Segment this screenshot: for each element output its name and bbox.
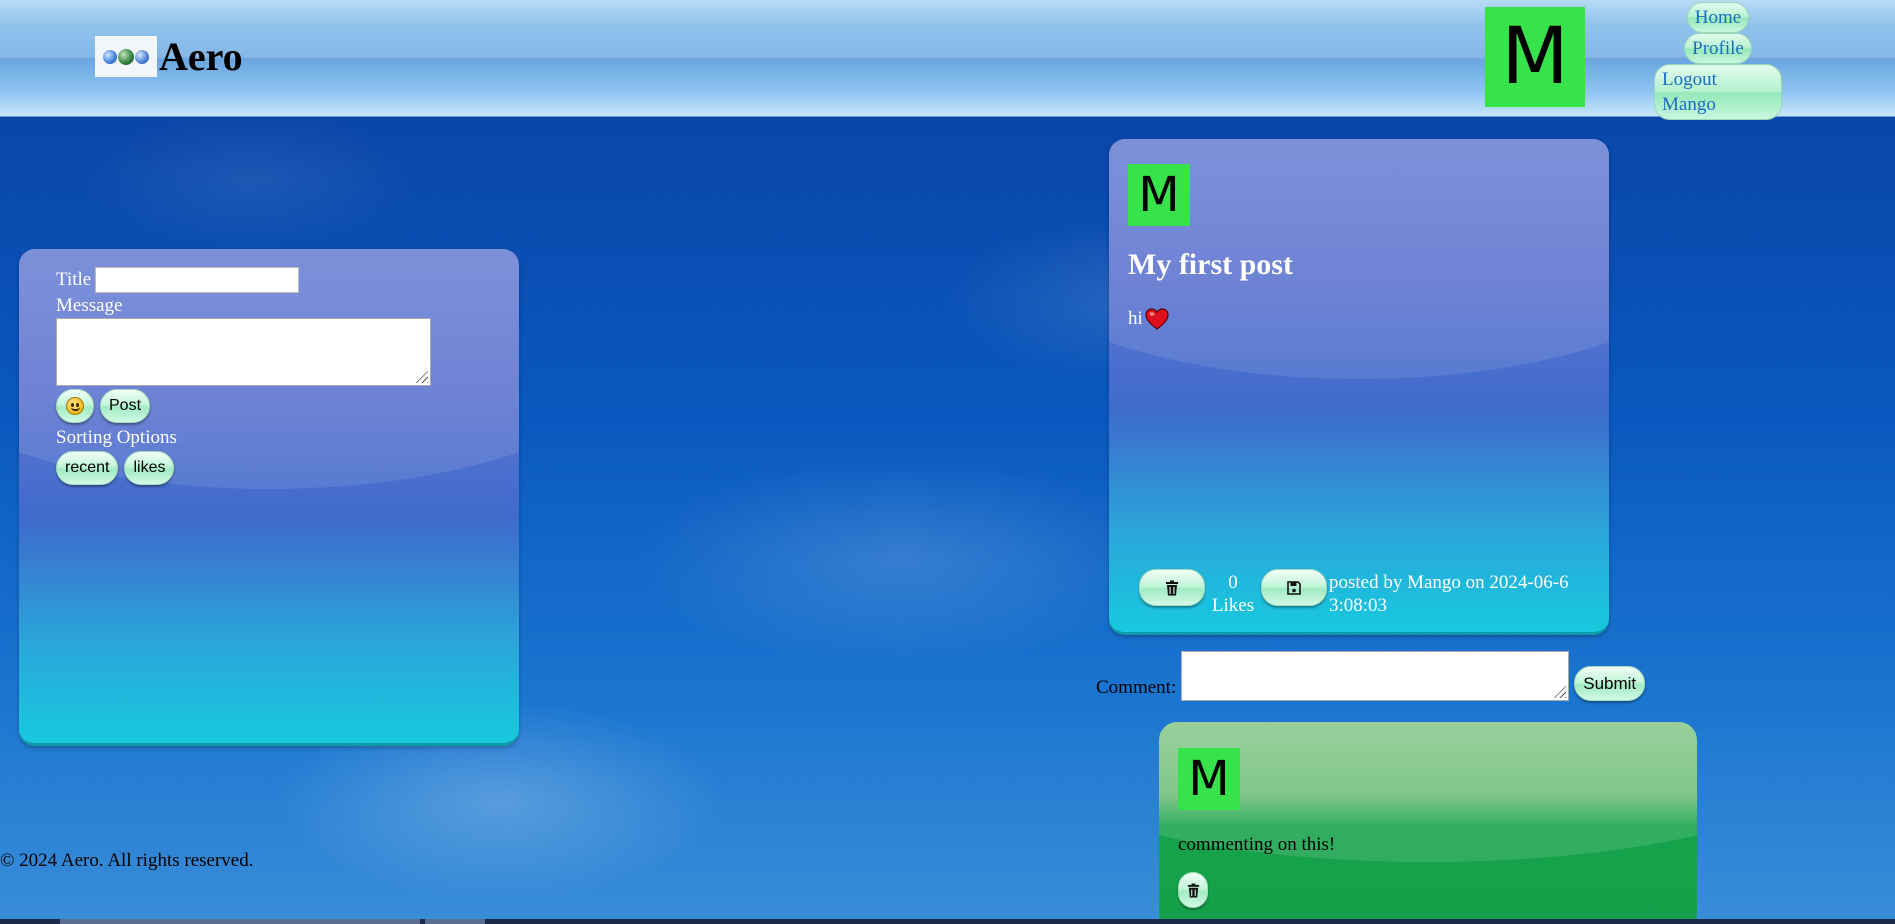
compose-actions: Post [56, 389, 482, 423]
avatar-letter: M [1501, 12, 1569, 102]
trash-icon [1166, 580, 1178, 595]
delete-post-button[interactable] [1139, 569, 1205, 606]
red-heart-icon [1145, 308, 1169, 330]
sort-likes-button[interactable]: likes [124, 451, 175, 485]
like-counter: 0 Likes [1205, 571, 1261, 617]
nav-home-link[interactable]: Home [1686, 2, 1750, 33]
nav-profile-link[interactable]: Profile [1684, 33, 1752, 64]
nav-logout-link[interactable]: Logout Mango [1654, 64, 1782, 120]
comment-card: M commenting on this! [1159, 722, 1697, 924]
sort-options: recent likes [56, 451, 482, 485]
message-label: Message [56, 295, 123, 316]
post-body-text: hi [1128, 308, 1143, 329]
title-label: Title [56, 269, 92, 290]
avatar-letter: M [1188, 751, 1230, 807]
comment-text: commenting on this! [1178, 834, 1336, 855]
site-header: Aero M Home Profile Logout Mango [0, 0, 1895, 120]
brand[interactable]: Aero [95, 36, 243, 77]
like-count: 0 [1228, 572, 1238, 593]
post-meta: posted by Mango on 2024-06-6 3:08:03 [1329, 571, 1589, 617]
submit-comment-button[interactable]: Submit [1574, 666, 1646, 701]
post-title: My first post [1128, 248, 1293, 281]
aero-logo-icon [95, 36, 157, 77]
smiley-face-icon [66, 397, 84, 415]
sort-recent-button[interactable]: recent [56, 451, 119, 485]
posted-by-line: posted by Mango on 2024-06-6 [1329, 572, 1569, 593]
brand-name: Aero [159, 34, 243, 79]
post-body: hi [1128, 308, 1590, 330]
delete-comment-button[interactable] [1178, 872, 1208, 908]
emoji-button[interactable] [56, 389, 94, 423]
post-card: M My first post hi [1109, 139, 1609, 635]
copyright-footer: © 2024 Aero. All rights reserved. [0, 850, 254, 871]
taskbar-item[interactable] [425, 919, 485, 924]
trash-icon [1187, 883, 1199, 897]
avatar-letter: M [1138, 167, 1180, 223]
title-input[interactable] [95, 267, 300, 293]
title-row: Title [56, 267, 482, 293]
comment-label: Comment: [1096, 677, 1177, 698]
comment-form: Comment: Submit [1096, 651, 1646, 701]
taskbar [0, 919, 1895, 924]
floppy-disk-icon [1287, 580, 1301, 595]
post-button[interactable]: Post [100, 389, 151, 423]
main-nav: Home Profile Logout Mango [1654, 2, 1782, 120]
resize-handle-icon[interactable] [414, 369, 428, 383]
taskbar-item[interactable] [60, 919, 420, 924]
comment-author-avatar[interactable]: M [1178, 748, 1240, 810]
likes-label: Likes [1211, 595, 1255, 616]
save-post-button[interactable] [1261, 569, 1327, 606]
post-footer: 0 Likes posted by Mango on 2024-06-6 3:0… [1139, 569, 1589, 617]
comment-textarea[interactable] [1181, 651, 1570, 701]
compose-panel: Title Message Post Sorting Options recen… [19, 249, 519, 746]
resize-handle-icon[interactable] [1552, 684, 1567, 698]
posted-time: 3:08:03 [1329, 595, 1388, 616]
sorting-label: Sorting Options [56, 427, 177, 448]
message-textarea[interactable] [56, 318, 431, 386]
user-avatar[interactable]: M [1485, 7, 1585, 107]
post-author-avatar[interactable]: M [1128, 164, 1190, 226]
